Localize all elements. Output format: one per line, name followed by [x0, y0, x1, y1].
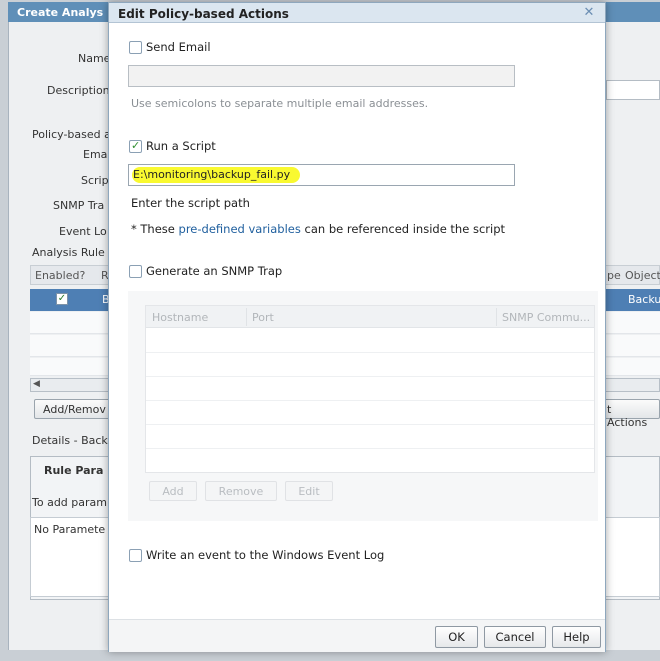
- bg-details-title: Details - Back: [32, 434, 108, 447]
- run-script-checkbox[interactable]: [129, 139, 142, 153]
- snmp-table-header: Hostname Port SNMP Commu...: [146, 306, 594, 328]
- bg-label-script: Scrip: [81, 174, 109, 187]
- scroll-left-arrow-icon[interactable]: ◀: [33, 379, 40, 389]
- snmp-row-line: [146, 448, 594, 449]
- vars-prefix: * These: [131, 222, 179, 236]
- run-script-label[interactable]: Run a Script: [146, 139, 216, 153]
- bg-label-event-log: Event Lo: [59, 225, 107, 238]
- close-icon[interactable]: ✕: [581, 5, 597, 21]
- bg-col-enabled: Enabled?: [35, 269, 86, 282]
- bg-rule-params-hint: To add param: [32, 496, 107, 509]
- snmp-row-line: [146, 400, 594, 401]
- bg-col-object: Object: [625, 269, 660, 282]
- snmp-remove-button[interactable]: Remove: [205, 481, 277, 501]
- dialog-title: Edit Policy-based Actions: [118, 7, 289, 21]
- email-hint-text: Use semicolons to separate multiple emai…: [131, 97, 429, 110]
- script-path-input[interactable]: E:\monitoring\backup_fail.py: [128, 164, 515, 186]
- bg-rule-params-header: Rule Para: [44, 464, 104, 477]
- bg-actions-button[interactable]: t Actions: [602, 399, 660, 429]
- script-path-value: E:\monitoring\backup_fail.py: [132, 167, 301, 183]
- snmp-hosts-table: Hostname Port SNMP Commu...: [145, 305, 595, 473]
- help-button[interactable]: Help: [552, 626, 601, 648]
- ok-button[interactable]: OK: [435, 626, 478, 648]
- bg-label-name: Name: [78, 52, 111, 65]
- bg-label-policy: Policy-based a: [32, 128, 111, 141]
- snmp-trap-label[interactable]: Generate an SNMP Trap: [146, 264, 282, 278]
- predefined-vars-note: * These pre-defined variables can be ref…: [131, 222, 505, 236]
- snmp-edit-button[interactable]: Edit: [285, 481, 333, 501]
- snmp-col-separator: [496, 308, 497, 326]
- snmp-row-line: [146, 376, 594, 377]
- bg-add-remove-button[interactable]: Add/Remov: [34, 399, 114, 419]
- edit-policy-actions-dialog: Edit Policy-based Actions ✕ Send Email U…: [108, 2, 606, 652]
- script-path-hint: Enter the script path: [131, 196, 250, 210]
- snmp-col-port: Port: [252, 311, 274, 324]
- bg-row-enabled-checkbox[interactable]: ✓: [56, 293, 68, 305]
- event-log-checkbox[interactable]: [129, 549, 142, 562]
- snmp-row-line: [146, 352, 594, 353]
- snmp-col-separator: [246, 308, 247, 326]
- event-log-label[interactable]: Write an event to the Windows Event Log: [146, 548, 384, 562]
- bg-label-email: Ema: [83, 148, 108, 161]
- snmp-col-hostname: Hostname: [152, 311, 209, 324]
- email-addresses-input[interactable]: [128, 65, 515, 87]
- bg-no-params-text: No Paramete: [34, 523, 106, 536]
- bg-label-snmp: SNMP Tra: [53, 199, 105, 212]
- vars-suffix: can be referenced inside the script: [300, 222, 506, 236]
- bg-label-analysis-rules: Analysis Rule: [32, 246, 105, 259]
- bg-col-pe: pe: [607, 269, 621, 282]
- cancel-button[interactable]: Cancel: [484, 626, 546, 648]
- bg-row-object: Backu: [628, 293, 660, 306]
- snmp-trap-checkbox[interactable]: [129, 265, 142, 278]
- snmp-col-community: SNMP Commu...: [502, 311, 591, 324]
- snmp-row-line: [146, 424, 594, 425]
- snmp-add-button[interactable]: Add: [149, 481, 197, 501]
- background-title: Create Analys: [17, 6, 104, 19]
- bg-label-description: Description: [47, 84, 110, 97]
- predefined-variables-link[interactable]: pre-defined variables: [179, 222, 301, 236]
- bg-description-input[interactable]: [606, 80, 660, 100]
- send-email-label[interactable]: Send Email: [146, 40, 211, 54]
- dialog-title-bar[interactable]: Edit Policy-based Actions ✕: [109, 3, 605, 23]
- send-email-checkbox[interactable]: [129, 41, 142, 54]
